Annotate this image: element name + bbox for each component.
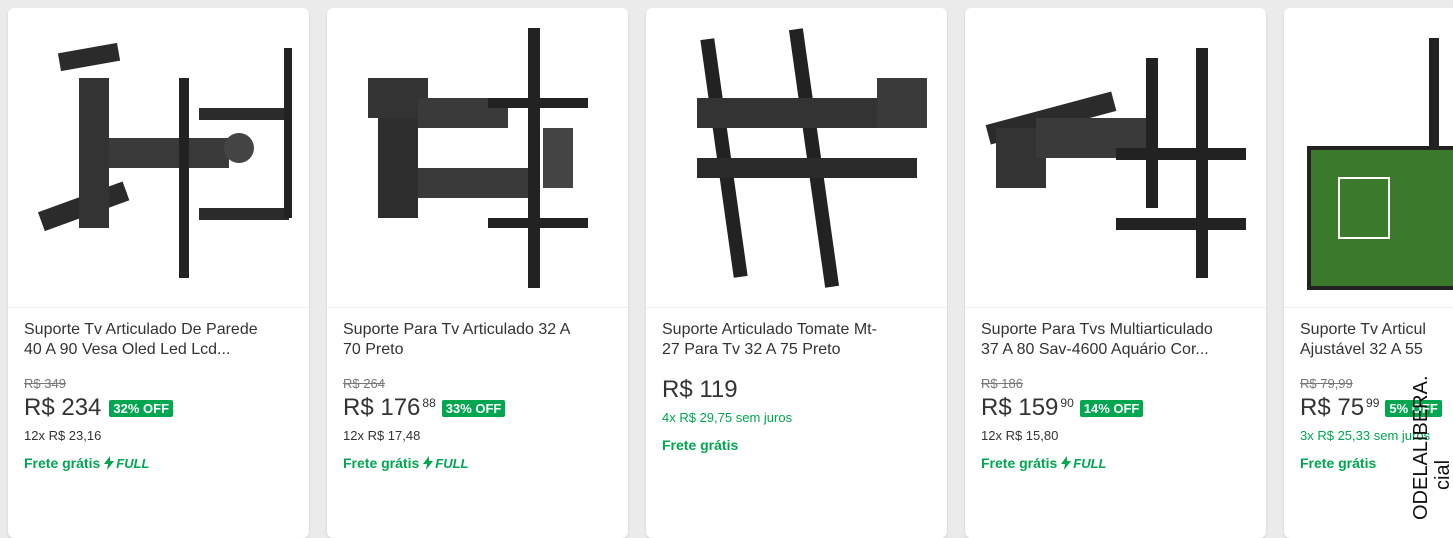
lightning-icon <box>423 456 434 470</box>
lightning-icon <box>1061 456 1072 470</box>
tv-mount-image <box>37 42 292 278</box>
product-title[interactable]: Suporte Para Tvs Multiarticulado 37 A 80… <box>981 320 1250 360</box>
product-image[interactable] <box>327 8 628 308</box>
shipping-label: Frete grátis <box>981 455 1058 471</box>
product-image[interactable] <box>965 8 1266 308</box>
full-badge: FULL <box>423 456 468 471</box>
price: R$ 234 <box>24 394 102 421</box>
shipping-info: Frete grátis FULL <box>24 455 293 471</box>
full-label: FULL <box>1073 455 1107 471</box>
price: R$ 75 99 <box>1300 394 1380 421</box>
full-badge: FULL <box>1061 456 1106 471</box>
installments: 4x R$ 29,75 sem juros <box>662 410 793 425</box>
discount-badge: 32% OFF <box>109 399 174 417</box>
shipping-info: Frete grátis FULL <box>981 455 1250 471</box>
lightning-icon <box>104 456 115 470</box>
shipping-label: Frete grátis <box>24 455 101 471</box>
discount-badge: 33% OFF <box>441 399 506 417</box>
price: R$ 159 90 <box>981 394 1074 421</box>
installments: 12x R$ 15,80 <box>981 428 1059 443</box>
product-card[interactable]: Suporte Tv Articulado De Parede 40 A 90 … <box>8 8 309 538</box>
product-title[interactable]: Suporte Articulado Tomate Mt- 27 Para Tv… <box>662 320 931 360</box>
discount-badge: 14% OFF <box>1079 399 1144 417</box>
overlay-text-2: cial <box>1432 459 1453 490</box>
product-image[interactable] <box>646 8 947 308</box>
product-title[interactable]: Suporte Tv Articul Ajustável 32 A 55 <box>1300 320 1448 360</box>
tv-mount-image <box>696 27 927 288</box>
full-badge: FULL <box>104 456 149 471</box>
installments: 12x R$ 17,48 <box>343 428 421 443</box>
product-card[interactable]: Suporte Para Tv Articulado 32 A 70 Preto… <box>327 8 628 538</box>
shipping-label: Frete grátis <box>343 455 420 471</box>
product-title[interactable]: Suporte Tv Articulado De Parede 40 A 90 … <box>24 320 293 360</box>
tv-mount-image <box>1307 37 1453 290</box>
price: R$ 176 88 <box>343 394 436 421</box>
full-label: FULL <box>435 455 469 471</box>
price: R$ 119 <box>662 376 738 403</box>
old-price: R$ 186 <box>981 376 1023 391</box>
shipping-info: Frete grátis <box>662 437 931 453</box>
overlay-text: ODELALIBERA. <box>1410 375 1432 520</box>
old-price: R$ 349 <box>24 376 66 391</box>
tv-mount-image <box>367 27 588 288</box>
full-label: FULL <box>116 455 150 471</box>
product-image[interactable] <box>8 8 309 308</box>
shipping-label: Frete grátis <box>1300 455 1377 471</box>
product-card[interactable]: Suporte Articulado Tomate Mt- 27 Para Tv… <box>646 8 947 538</box>
shipping-label: Frete grátis <box>662 437 739 453</box>
product-carousel: Suporte Tv Articulado De Parede 40 A 90 … <box>8 8 1453 538</box>
product-card[interactable]: Suporte Para Tvs Multiarticulado 37 A 80… <box>965 8 1266 538</box>
product-title[interactable]: Suporte Para Tv Articulado 32 A 70 Preto <box>343 320 612 360</box>
product-image[interactable] <box>1284 8 1453 308</box>
old-price: R$ 264 <box>343 376 385 391</box>
shipping-info: Frete grátis FULL <box>343 455 612 471</box>
tv-mount-image <box>985 47 1246 278</box>
installments: 12x R$ 23,16 <box>24 428 102 443</box>
